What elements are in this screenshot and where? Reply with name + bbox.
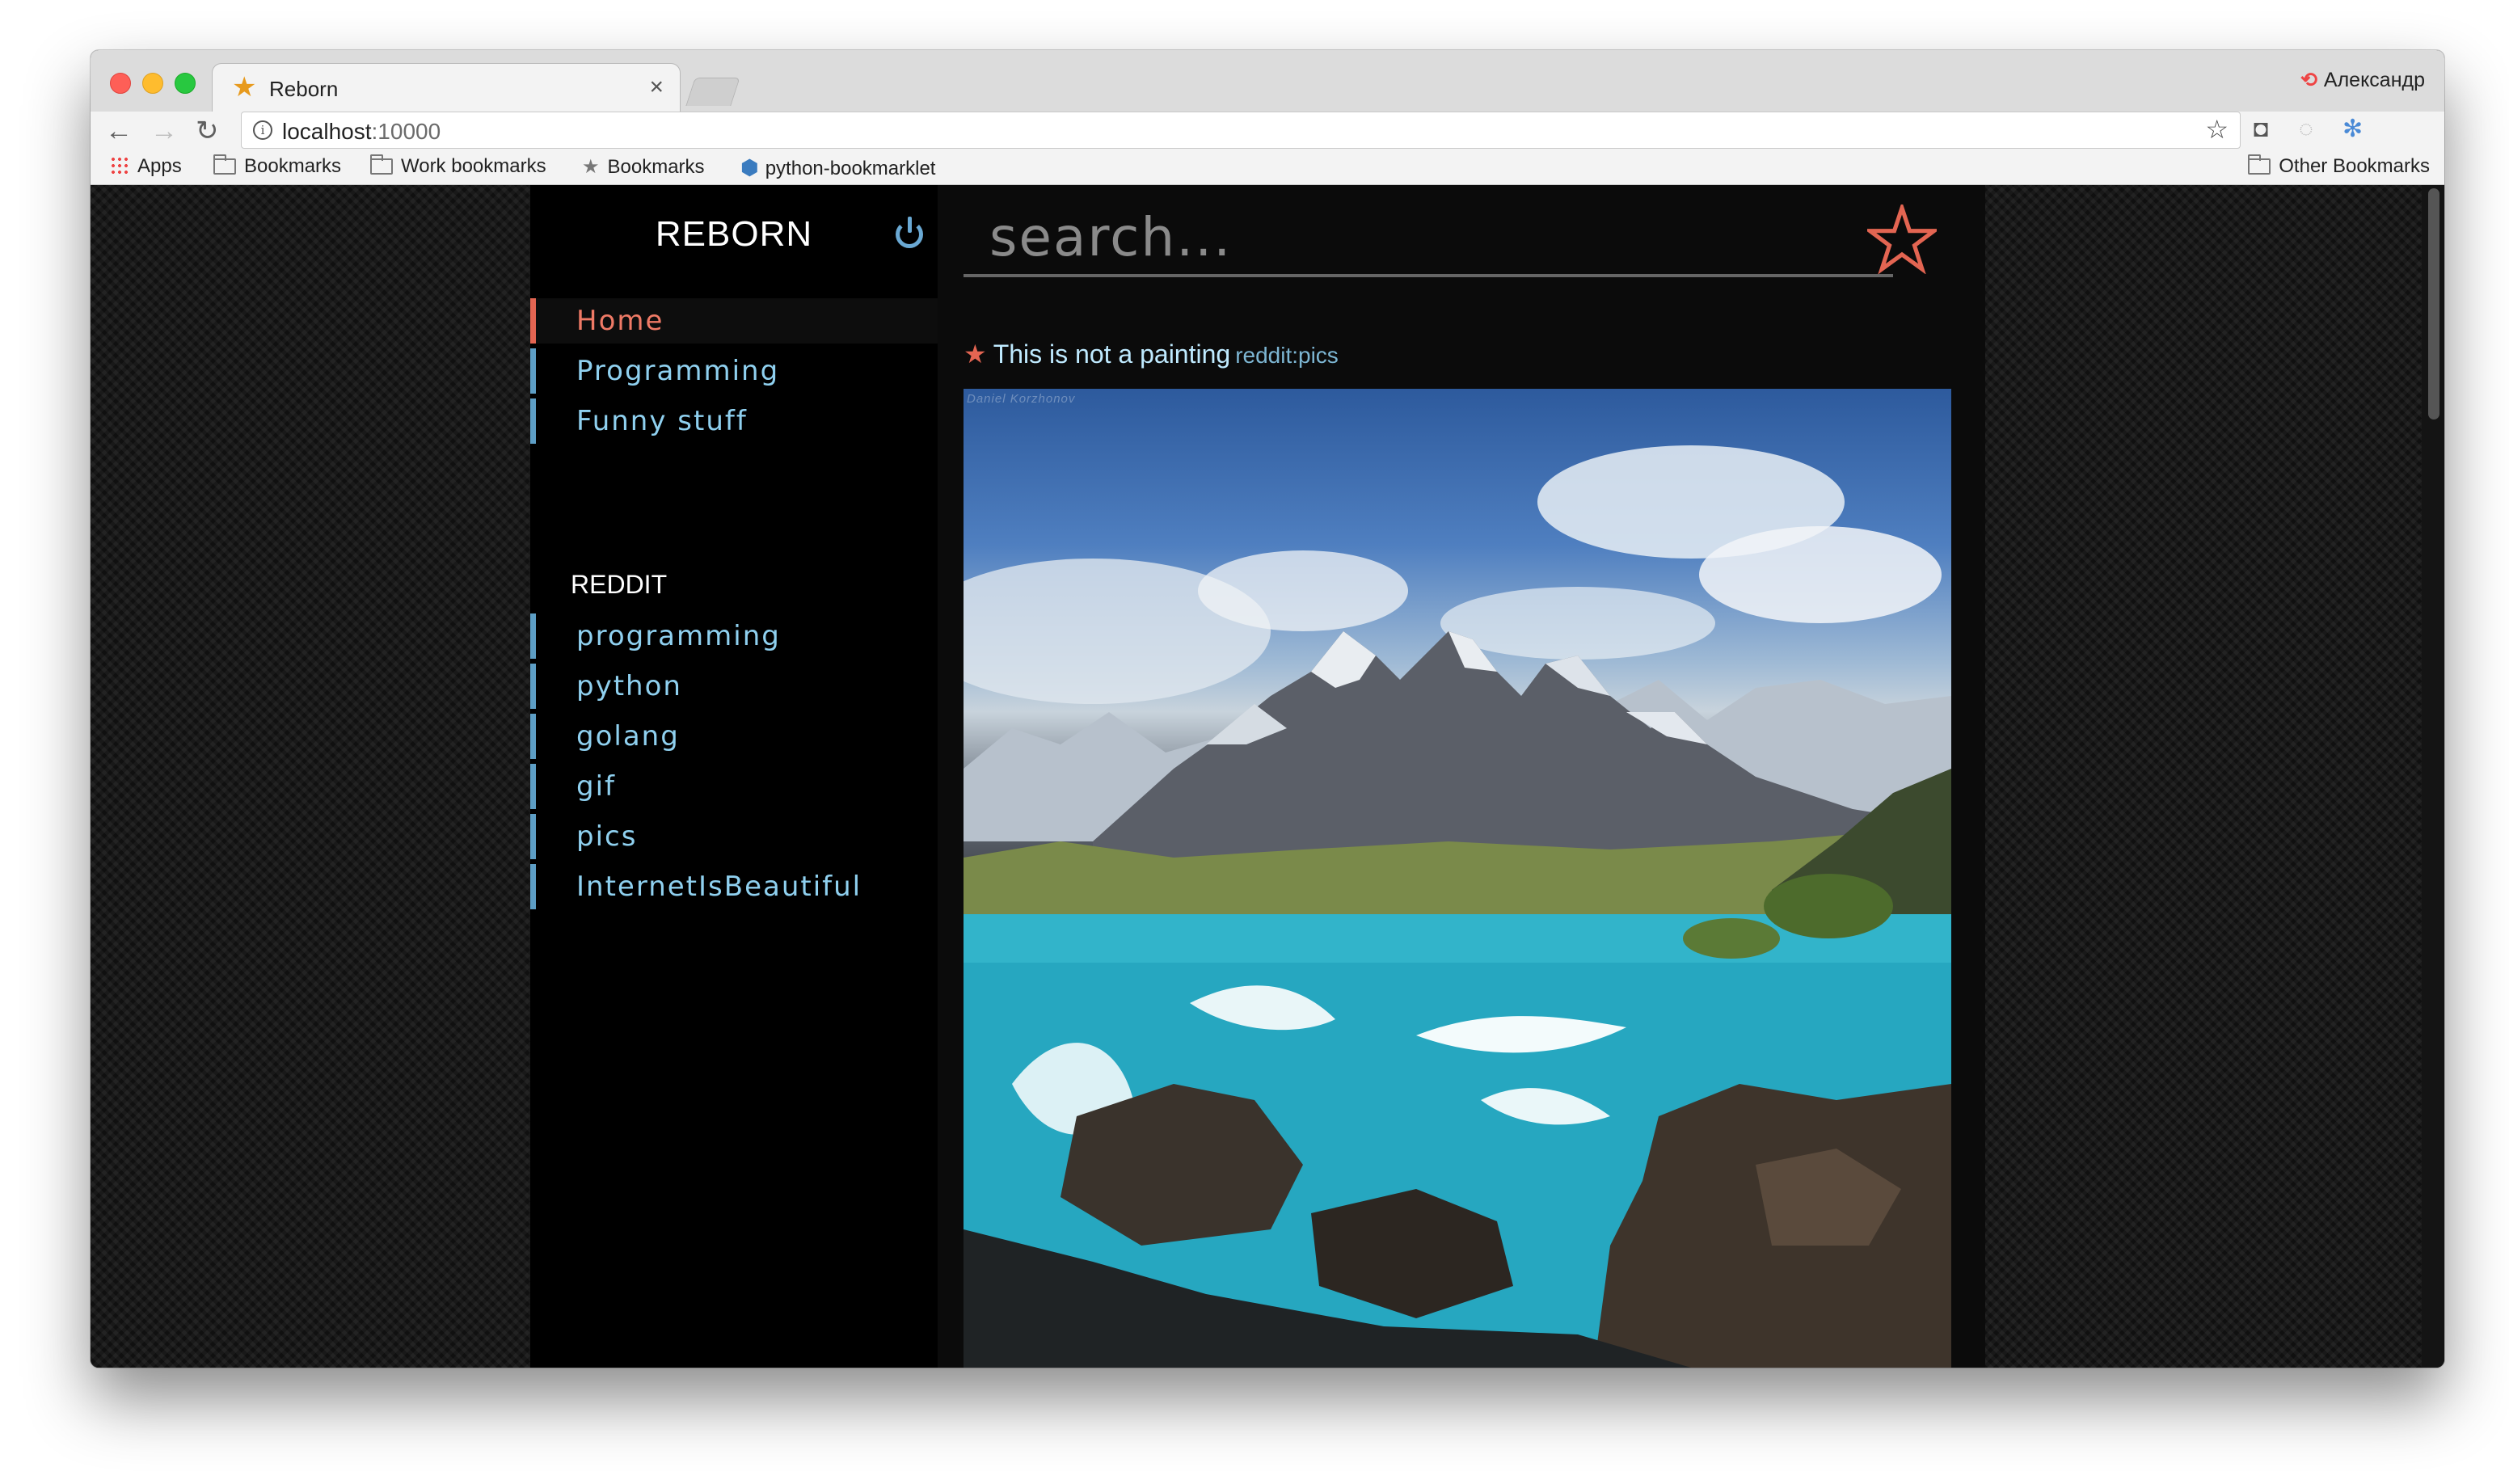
bookmark-folder-bookmarks[interactable]: Bookmarks: [213, 154, 342, 178]
scrollbar-thumb[interactable]: [2428, 188, 2439, 419]
main-nav: Home Programming Funny stuff: [530, 298, 938, 449]
sidebar: REBORN Home Programming Funny stuff REDD…: [530, 185, 938, 1368]
bookmark-label: Other Bookmarks: [2279, 155, 2430, 177]
bookmark-star-icon[interactable]: ☆: [2205, 114, 2229, 145]
post-source[interactable]: reddit:pics: [1235, 343, 1339, 368]
tab-title: Reborn: [269, 77, 339, 101]
nav-item-reddit-python[interactable]: python: [530, 664, 938, 709]
minimize-window-button[interactable]: [142, 73, 163, 94]
bookmarks-bar: Apps Bookmarks Work bookmarks ★ Bookmarks…: [91, 150, 2444, 185]
bookmark-python-bookmarklet[interactable]: ⬢ python-bookmarklet: [740, 155, 935, 180]
bookmark-label: Work bookmarks: [401, 155, 546, 177]
new-tab-button[interactable]: [685, 78, 740, 106]
star-icon: ★: [582, 156, 600, 178]
app-logo[interactable]: REBORN: [530, 214, 938, 255]
favorites-star-icon[interactable]: [1867, 204, 1937, 274]
bookmark-label: Bookmarks: [607, 156, 705, 178]
post-header: ★ This is not a painting reddit:pics: [964, 339, 1339, 369]
nav-item-reddit-gif[interactable]: gif: [530, 764, 938, 809]
bookmark-folder-work[interactable]: Work bookmarks: [370, 154, 546, 178]
bookmark-apps[interactable]: Apps: [110, 155, 182, 178]
nav-item-reddit-pics[interactable]: pics: [530, 814, 938, 859]
post-image[interactable]: Daniel Korzhonov: [964, 389, 1951, 1368]
profile-button[interactable]: ⟲ Александр: [2300, 68, 2425, 92]
address-bar[interactable]: i localhost:10000 ☆: [241, 112, 2241, 149]
nav-item-home[interactable]: Home: [530, 298, 938, 344]
scrollbar[interactable]: [2422, 185, 2444, 1368]
maximize-window-button[interactable]: [175, 73, 196, 94]
nav-item-reddit-internetisbeautiful[interactable]: InternetIsBeautiful: [530, 864, 938, 909]
browser-toolbar: ← → ↻ i localhost:10000 ☆ ◘ ◌ ✻ ⋮: [91, 112, 2444, 252]
info-icon[interactable]: i: [253, 120, 272, 140]
nav-item-reddit-golang[interactable]: golang: [530, 714, 938, 759]
bookmark-label: Apps: [137, 155, 182, 177]
photo-watermark: Daniel Korzhonov: [967, 392, 1076, 406]
nav-item-reddit-programming[interactable]: programming: [530, 613, 938, 659]
reddit-nav: programming python golang gif pics Inter…: [530, 613, 938, 914]
bookmark-other[interactable]: Other Bookmarks: [2248, 154, 2430, 178]
url-text[interactable]: localhost:10000: [282, 119, 441, 145]
back-arrow-icon[interactable]: ←: [105, 115, 133, 147]
nav-item-programming[interactable]: Programming: [530, 348, 938, 394]
tab-close-icon[interactable]: ×: [649, 74, 664, 101]
url-port: :10000: [371, 119, 441, 144]
star-favicon-icon: ★: [232, 72, 257, 103]
sync-error-icon: ⟲: [2300, 69, 2317, 91]
nav-item-funny-stuff[interactable]: Funny stuff: [530, 398, 938, 444]
reload-icon[interactable]: ↻: [196, 115, 219, 147]
apps-grid-icon: [110, 156, 129, 175]
extension-circle-icon[interactable]: ◌: [2299, 115, 2313, 144]
bookmark-starred[interactable]: ★ Bookmarks: [582, 155, 705, 179]
search-input[interactable]: [964, 200, 1893, 277]
reddit-section-title: REDDIT: [571, 570, 668, 599]
bookmark-label: Bookmarks: [244, 155, 342, 177]
tab-reborn[interactable]: ★ Reborn ×: [212, 63, 681, 112]
forward-arrow-icon[interactable]: →: [150, 115, 178, 147]
folder-icon: [2248, 154, 2271, 175]
post-star-icon[interactable]: ★: [964, 339, 987, 369]
tab-strip: ★ Reborn × ⟲ Александр: [91, 50, 2444, 112]
main-feed: ★This is not a paintingreddit:pics: [938, 185, 1985, 1368]
python-icon: ⬢: [740, 155, 759, 179]
landscape-photo: [964, 445, 1951, 1368]
profile-name: Александр: [2323, 69, 2425, 91]
pocket-extension-icon[interactable]: ◘: [2254, 115, 2268, 144]
browser-window: ★ Reborn × ⟲ Александр ← → ↻ i localhost:…: [91, 50, 2444, 1368]
page-content: REBORN Home Programming Funny stuff REDD…: [91, 185, 2444, 1368]
bookmark-label: python-bookmarklet: [765, 158, 936, 179]
post-title[interactable]: This is not a painting: [993, 339, 1231, 369]
close-window-button[interactable]: [110, 73, 131, 94]
power-icon[interactable]: [896, 217, 923, 248]
pinwheel-extension-icon[interactable]: ✻: [2342, 115, 2363, 144]
url-host: localhost: [282, 119, 372, 144]
folder-icon: [213, 154, 236, 175]
folder-icon: [370, 154, 393, 175]
